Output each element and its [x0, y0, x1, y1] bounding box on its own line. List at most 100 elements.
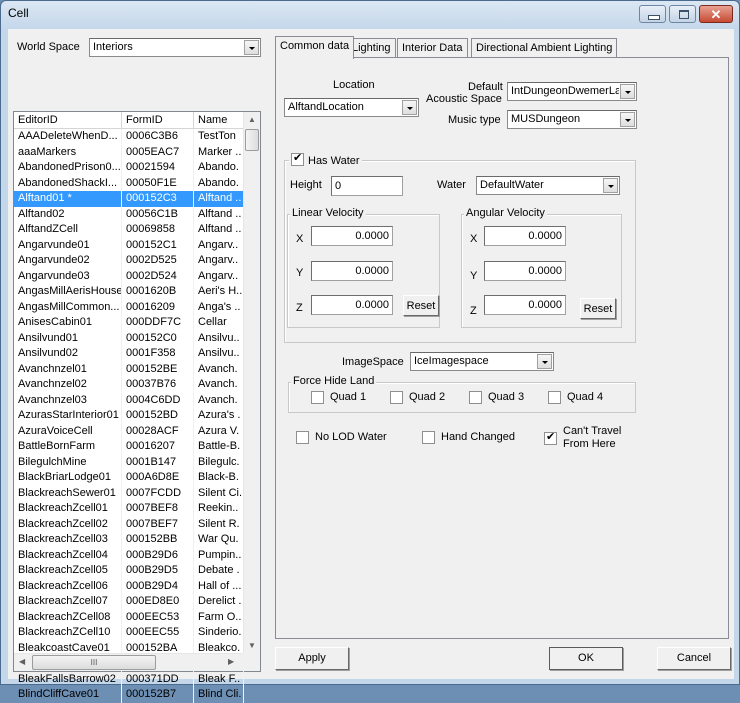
linear-reset-button[interactable]: Reset: [403, 295, 439, 316]
table-row[interactable]: aaaMarkers 0005EAC7 Marker ..: [14, 144, 244, 160]
angular-z-input[interactable]: 0.0000: [484, 295, 566, 315]
table-row[interactable]: Angarvunde03 0002D524 Angarv..: [14, 268, 244, 284]
scroll-up-icon[interactable]: ▲: [248, 115, 256, 124]
table-row[interactable]: BlackreachZcell06 000B29D4 Hall of ...: [14, 578, 244, 594]
chevron-down-icon[interactable]: [402, 100, 417, 115]
table-row[interactable]: AngasMillCommon... 00016209 Anga's ..: [14, 299, 244, 315]
table-row[interactable]: AzuraVoiceCell 00028ACF Azura V.: [14, 423, 244, 439]
chevron-down-icon[interactable]: [244, 40, 259, 55]
table-row[interactable]: BilegulchMine 0001B147 Bilegulc.: [14, 454, 244, 470]
table-row[interactable]: BlackreachSewer01 0007FCDD Silent Ci.: [14, 485, 244, 501]
table-row[interactable]: AnisesCabin01 000DDF7C Cellar: [14, 315, 244, 331]
table-row[interactable]: BlackreachZCell10 000EEC55 Sinderio.: [14, 625, 244, 641]
chevron-down-icon[interactable]: [603, 178, 618, 193]
chevron-down-icon[interactable]: [537, 354, 552, 369]
table-row[interactable]: Alftand02 00056C1B Alftand ..: [14, 206, 244, 222]
cell-list[interactable]: EditorID FormID Name AAADeleteWhenD... 00…: [13, 111, 261, 703]
music-type-dropdown[interactable]: MUSDungeon: [507, 110, 637, 129]
column-header-name[interactable]: Name: [194, 112, 244, 129]
linear-z-input[interactable]: 0.0000: [311, 295, 393, 315]
cell-name: Derelict .: [194, 594, 244, 610]
table-row[interactable]: AlftandZCell 00069858 Alftand ..: [14, 222, 244, 238]
table-row[interactable]: AAADeleteWhenD... 0006C3B6 TestTon: [14, 129, 244, 145]
cell-formid: 0001620B: [122, 284, 194, 300]
table-row[interactable]: BlindCliffCave01 000152B7 Blind Cli.: [14, 687, 244, 703]
acoustic-label-line1: Default: [468, 81, 503, 93]
angular-x-input[interactable]: 0.0000: [484, 226, 566, 246]
has-water-checkbox[interactable]: [291, 151, 304, 166]
list-header: EditorID FormID Name: [14, 112, 244, 129]
cell-formid: 0005EAC7: [122, 144, 194, 160]
table-row[interactable]: AbandonedPrison0... 00021594 Abando.: [14, 160, 244, 176]
hand-changed-checkbox[interactable]: [422, 431, 435, 444]
apply-button[interactable]: Apply: [275, 647, 349, 670]
table-row[interactable]: BlackreachZcell02 0007BEF7 Silent R.: [14, 516, 244, 532]
horizontal-scrollbar[interactable]: ◀ III ▶: [14, 653, 244, 671]
location-dropdown[interactable]: AlftandLocation: [284, 98, 419, 117]
maximize-button[interactable]: [669, 5, 696, 23]
chevron-down-icon[interactable]: [620, 84, 635, 99]
ok-button[interactable]: OK: [549, 647, 623, 670]
table-row[interactable]: AbandonedShackI... 00050F1E Abando.: [14, 175, 244, 191]
table-row[interactable]: BlackreachZcell05 000B29D5 Debate .: [14, 563, 244, 579]
quad-2-checkbox[interactable]: [390, 391, 403, 404]
cancel-button[interactable]: Cancel: [657, 647, 731, 670]
linear-y-input[interactable]: 0.0000: [311, 261, 393, 281]
table-row[interactable]: Avanchnzel01 000152BE Avanch.: [14, 361, 244, 377]
table-row[interactable]: Angarvunde01 000152C1 Angarv..: [14, 237, 244, 253]
world-space-dropdown[interactable]: Interiors: [89, 38, 261, 57]
close-button[interactable]: ✕: [699, 5, 733, 23]
table-row[interactable]: BlackreachZcell04 000B29D6 Pumpin..: [14, 547, 244, 563]
cell-name: Azura V.: [194, 423, 244, 439]
table-row[interactable]: Avanchnzel02 00037B76 Avanch.: [14, 377, 244, 393]
cell-formid: 0002D524: [122, 268, 194, 284]
cell-formid: 00021594: [122, 160, 194, 176]
acoustic-space-dropdown[interactable]: IntDungeonDwemerLa: [507, 82, 637, 101]
linear-x-input[interactable]: 0.0000: [311, 226, 393, 246]
table-row[interactable]: Alftand01 * 000152C3 Alftand ..: [14, 191, 244, 207]
imagespace-dropdown[interactable]: IceImagespace: [410, 352, 554, 371]
column-header-formid[interactable]: FormID: [122, 112, 194, 129]
scroll-right-icon[interactable]: ▶: [228, 657, 234, 666]
chevron-down-icon[interactable]: [620, 112, 635, 127]
water-dropdown[interactable]: DefaultWater: [476, 176, 620, 195]
music-type-label: Music type: [448, 114, 501, 126]
table-row[interactable]: BlackBriarLodge01 000A6D8E Black-B.: [14, 470, 244, 486]
no-lod-water-checkbox[interactable]: [296, 431, 309, 444]
quad-1-label: Quad 1: [330, 391, 367, 403]
scroll-down-icon[interactable]: ▼: [248, 641, 256, 650]
tab-lighting[interactable]: Lighting: [347, 38, 396, 58]
title-bar: Cell ✕: [1, 1, 739, 27]
vertical-scroll-thumb[interactable]: [245, 129, 259, 151]
minimize-button[interactable]: [639, 5, 666, 23]
cell-name: Abando.: [194, 160, 244, 176]
cell-name: Azura's .: [194, 408, 244, 424]
table-row[interactable]: BlackreachZcell01 0007BEF8 Reekin..: [14, 501, 244, 517]
height-input[interactable]: 0: [331, 176, 403, 196]
table-row[interactable]: BlackreachZCell08 000EEC53 Farm O..: [14, 609, 244, 625]
column-header-editorid[interactable]: EditorID: [14, 112, 122, 129]
table-row[interactable]: Angarvunde02 0002D525 Angarv..: [14, 253, 244, 269]
table-row[interactable]: Ansilvund01 000152C0 Ansilvu..: [14, 330, 244, 346]
table-row[interactable]: AzurasStarInterior01 000152BD Azura's .: [14, 408, 244, 424]
tab-directional-ambient-lighting[interactable]: Directional Ambient Lighting: [471, 38, 618, 58]
vertical-scrollbar[interactable]: ▲ ▼: [243, 112, 260, 653]
imagespace-label: ImageSpace: [342, 356, 404, 368]
table-row[interactable]: BlackreachZcell03 000152BB War Qu.: [14, 532, 244, 548]
cant-travel-checkbox[interactable]: [544, 430, 557, 445]
tab-interior-data[interactable]: Interior Data: [397, 38, 468, 58]
angular-y-input[interactable]: 0.0000: [484, 261, 566, 281]
table-row[interactable]: Avanchnzel03 0004C6DD Avanch.: [14, 392, 244, 408]
table-row[interactable]: BlackreachZcell07 000ED8E0 Derelict .: [14, 594, 244, 610]
cell-formid: 000DDF7C: [122, 315, 194, 331]
tab-common-data[interactable]: Common data: [275, 36, 355, 59]
quad-3-checkbox[interactable]: [469, 391, 482, 404]
scroll-left-icon[interactable]: ◀: [19, 657, 25, 666]
horizontal-scroll-thumb[interactable]: III: [32, 655, 156, 670]
quad-4-checkbox[interactable]: [548, 391, 561, 404]
angular-reset-button[interactable]: Reset: [580, 298, 616, 319]
table-row[interactable]: AngasMillAerisHouse 0001620B Aeri's H..: [14, 284, 244, 300]
table-row[interactable]: BattleBornFarm 00016207 Battle-B.: [14, 439, 244, 455]
table-row[interactable]: Ansilvund02 0001F358 Ansilvu..: [14, 346, 244, 362]
quad-1-checkbox[interactable]: [311, 391, 324, 404]
